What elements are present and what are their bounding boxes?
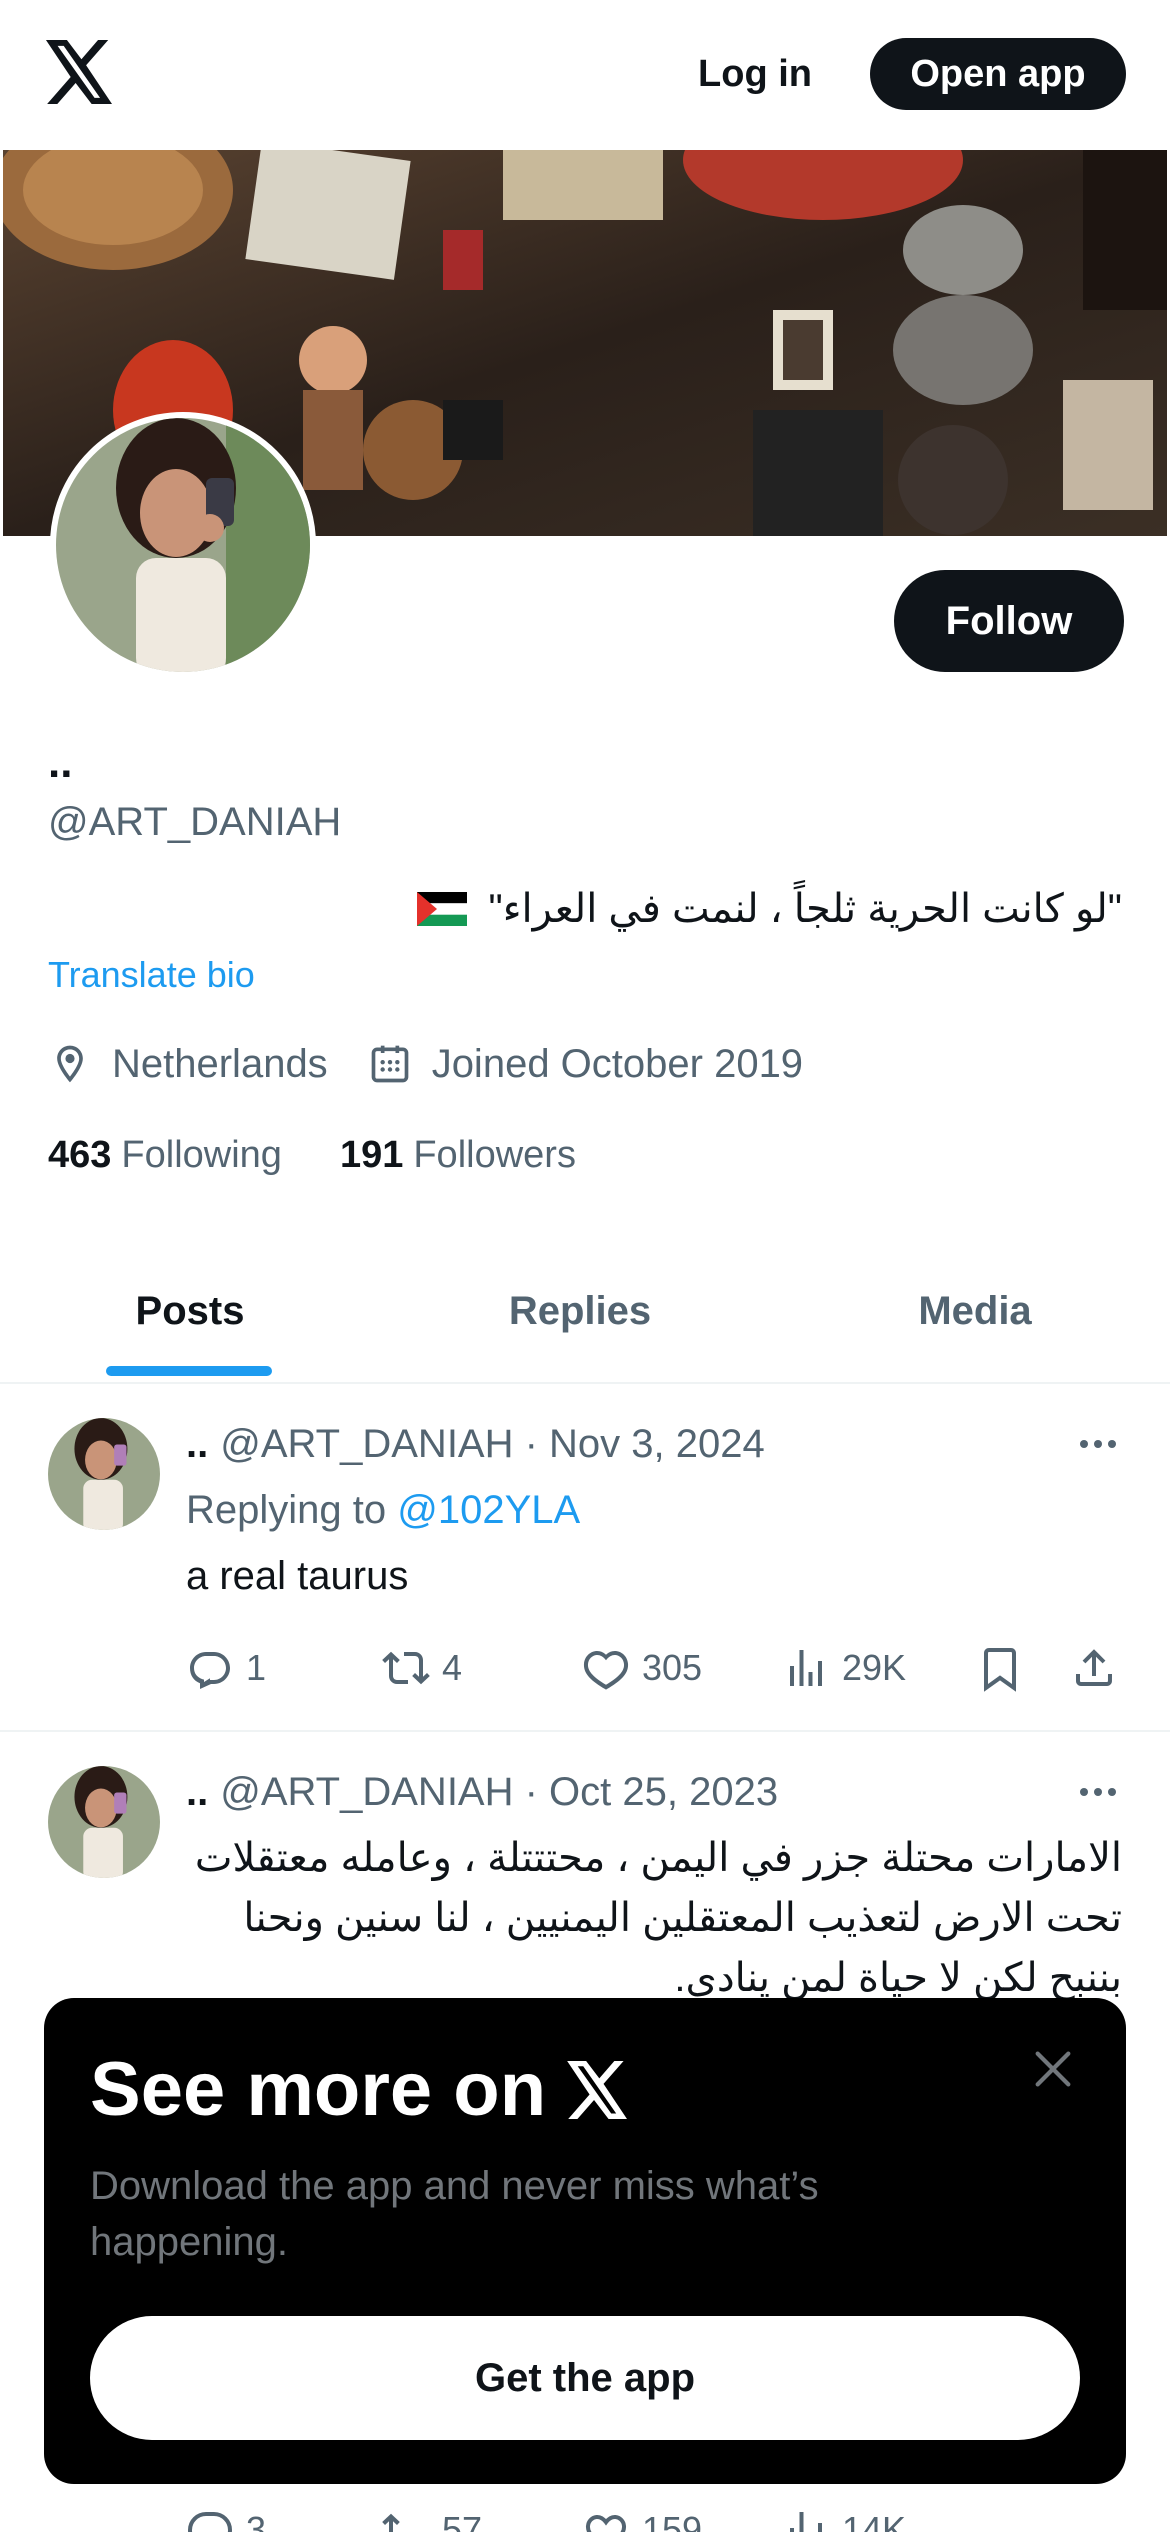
sheet-title-text: See more on bbox=[90, 2047, 547, 2132]
bio-text: "لو كانت الحرية ثلجاً ، لنمت في العراء" bbox=[488, 887, 1122, 931]
more-icon[interactable] bbox=[1074, 1420, 1122, 1468]
display-name: .. bbox=[48, 738, 73, 787]
profile-meta: Netherlands Joined October 2019 bbox=[48, 1036, 803, 1092]
profile-handle: @ART_DANIAH bbox=[48, 800, 342, 844]
active-tab-indicator bbox=[106, 1366, 272, 1376]
palestine-flag-icon bbox=[417, 892, 468, 926]
repost-button[interactable]: 4 bbox=[382, 1638, 462, 1698]
open-app-button[interactable]: Open app bbox=[870, 38, 1126, 110]
followers-count: 191 bbox=[339, 1134, 404, 1176]
avatar-image bbox=[48, 1766, 160, 1878]
follow-counts: 463 Following 191 Followers bbox=[48, 1134, 576, 1177]
like-icon bbox=[583, 1650, 629, 1690]
sheet-subtitle: Download the app and never miss what’s h… bbox=[90, 2164, 819, 2264]
replying-to: Replying to @102YLA bbox=[186, 1488, 580, 1533]
followers-label: Followers bbox=[413, 1134, 576, 1176]
views-count: 29K bbox=[842, 1647, 907, 1688]
close-icon[interactable] bbox=[1030, 2046, 1076, 2092]
post-author-name[interactable]: .. bbox=[186, 1422, 208, 1466]
repost-icon bbox=[382, 1651, 430, 1685]
post-actions-peek: 3 57 159 14K bbox=[186, 2500, 1126, 2532]
more-icon[interactable] bbox=[1074, 1768, 1122, 1816]
like-button[interactable]: 305 bbox=[582, 1638, 702, 1698]
post-avatar[interactable] bbox=[48, 1418, 160, 1530]
views-button[interactable]: 14K bbox=[782, 2500, 906, 2532]
reply-button[interactable]: 3 bbox=[186, 2500, 266, 2532]
reply-count: 1 bbox=[246, 1647, 267, 1688]
x-logo-icon[interactable] bbox=[44, 40, 116, 104]
post-author-name[interactable]: .. bbox=[186, 1770, 208, 1814]
views-button[interactable]: 29K bbox=[782, 1638, 906, 1698]
post-header: .. @ART_DANIAH · Oct 25, 2023 bbox=[186, 1770, 778, 1815]
joined-text: Joined October 2019 bbox=[431, 1041, 804, 1086]
like-count: 305 bbox=[642, 1647, 703, 1688]
like-count: 159 bbox=[642, 2509, 703, 2532]
sheet-title: See more on bbox=[90, 2046, 630, 2133]
avatar-image bbox=[48, 1418, 160, 1530]
repost-count: 4 bbox=[442, 1647, 463, 1688]
repost-icon bbox=[382, 2513, 400, 2532]
login-button[interactable]: Log in bbox=[680, 36, 830, 112]
replying-prefix: Replying to bbox=[186, 1488, 398, 1532]
repost-button[interactable]: 57 bbox=[382, 2500, 482, 2532]
x-logo-icon bbox=[567, 2060, 628, 2119]
followers-link[interactable]: 191 Followers bbox=[340, 1134, 576, 1177]
replying-mention-link[interactable]: @102YLA bbox=[397, 1488, 580, 1532]
post-text: الامارات محتلة جزر في اليمن ، محتتتلة ، … bbox=[194, 1836, 1122, 2000]
tab-posts[interactable]: Posts bbox=[0, 1240, 380, 1382]
top-bar: Log in Open app bbox=[0, 0, 1170, 150]
share-icon[interactable] bbox=[1070, 1644, 1118, 1692]
get-the-app-button[interactable]: Get the app bbox=[90, 2316, 1080, 2440]
repost-count: 57 bbox=[442, 2509, 483, 2532]
views-icon bbox=[790, 1650, 822, 1686]
tab-replies[interactable]: Replies bbox=[390, 1240, 770, 1382]
bookmark-icon[interactable] bbox=[976, 1644, 1024, 1692]
location-text: Netherlands bbox=[112, 1041, 328, 1086]
like-icon bbox=[585, 2514, 627, 2532]
tab-media[interactable]: Media bbox=[780, 1240, 1170, 1382]
calendar-icon bbox=[371, 1045, 409, 1083]
reply-icon bbox=[187, 2512, 233, 2532]
like-button[interactable]: 159 bbox=[582, 2500, 702, 2532]
avatar-image bbox=[56, 418, 310, 672]
reply-button[interactable]: 1 bbox=[186, 1638, 266, 1698]
translate-bio-link[interactable]: Translate bio bbox=[48, 954, 255, 996]
profile-avatar[interactable] bbox=[50, 412, 316, 678]
app-promo-sheet: See more on Download the app and never m… bbox=[44, 1998, 1126, 2484]
post-header: .. @ART_DANIAH · Nov 3, 2024 bbox=[186, 1422, 765, 1467]
views-icon bbox=[790, 2512, 822, 2532]
profile-tabs: Posts Replies Media bbox=[0, 1240, 1170, 1384]
post-avatar[interactable] bbox=[48, 1766, 160, 1878]
post-handle-date: @ART_DANIAH · Oct 25, 2023 bbox=[220, 1770, 779, 1814]
reply-icon bbox=[190, 1652, 230, 1689]
views-count: 14K bbox=[842, 2509, 907, 2532]
follow-button[interactable]: Follow bbox=[894, 570, 1124, 672]
location-pin-icon bbox=[57, 1045, 83, 1083]
post-actions: 1 4 305 29K bbox=[186, 1638, 1126, 1698]
post-handle-date: @ART_DANIAH · Nov 3, 2024 bbox=[220, 1422, 765, 1466]
profile-bio: "لو كانت الحرية ثلجاً ، لنمت في العراء" bbox=[417, 886, 1122, 932]
post-item[interactable]: .. @ART_DANIAH · Nov 3, 2024 Replying to … bbox=[0, 1386, 1170, 1732]
following-count: 463 bbox=[48, 1134, 112, 1176]
post-text: a real taurus bbox=[186, 1554, 409, 1598]
following-label: Following bbox=[121, 1134, 282, 1176]
reply-count: 3 bbox=[246, 2509, 267, 2532]
following-link[interactable]: 463 Following bbox=[48, 1134, 282, 1177]
